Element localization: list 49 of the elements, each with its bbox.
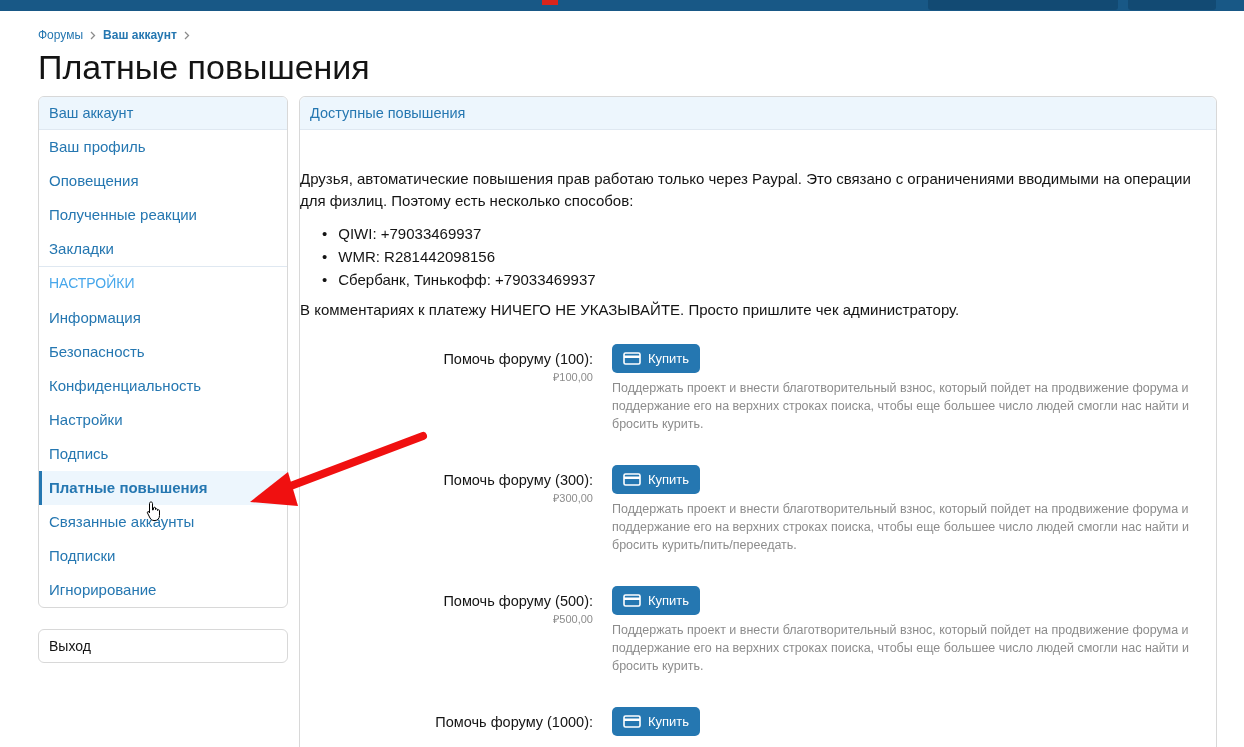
sidebar-item[interactable]: Подписки (39, 539, 287, 573)
logout-link[interactable]: Выход (38, 629, 288, 663)
chevron-icon (183, 30, 190, 40)
card-icon (623, 473, 641, 486)
upgrade-description: Поддержать проект и внести благотворительный взнос, который пойдет на продвижение форума и поддержание его на верхних строках поиска, чтобы еще большее число людей смогли нас найти и бросить курить/пить/переедать. (612, 501, 1190, 554)
card-icon (623, 715, 641, 728)
upgrade-title: Помочь форуму (100): (442, 351, 593, 367)
upgrade-description: Поддержать проект и внести благотворительный взнос, который пойдет на продвижение форума и поддержание его на верхних строках поиска, чтобы еще большее число людей смогли нас найти и бросить курить. (612, 622, 1190, 675)
upgrade-price: ₽500,00 (552, 612, 593, 626)
payment-method: Сбербанк, Тинькофф: +79033469937 (338, 270, 596, 290)
card-icon (623, 352, 641, 365)
upgrade-price: ₽100,00 (552, 370, 593, 384)
bullet: • (322, 270, 328, 290)
sidebar-item[interactable]: Настройки (39, 403, 287, 437)
bullet: • (322, 224, 328, 244)
page-title: Платные повышения (38, 48, 371, 87)
breadcrumb-link[interactable]: Ваш аккаунт (103, 28, 177, 42)
section-heading: НАСТРОЙКИ (39, 266, 287, 301)
breadcrumb-link[interactable]: Форумы (38, 28, 84, 42)
sidebar-header: Ваш аккаунт (39, 97, 287, 130)
upgrade-title: Помочь форуму (500): (442, 593, 593, 609)
sidebar-item[interactable]: Закладки (39, 232, 287, 266)
chevron-icon (90, 30, 97, 40)
sidebar-item[interactable]: Информация (39, 301, 287, 335)
payment-method: QIWI: +79033469937 (338, 224, 482, 244)
upgrade-title: Помочь форуму (300): (442, 472, 593, 488)
sidebar-item[interactable]: Ваш профиль (39, 130, 287, 164)
sidebar-item[interactable]: Безопасность (39, 335, 287, 369)
buy-button[interactable]: Купить (612, 586, 701, 615)
sidebar-item[interactable]: Игнорирование (39, 573, 287, 607)
upgrade-price: ₽300,00 (552, 491, 593, 505)
sidebar-item[interactable]: Конфиденциальность (39, 369, 287, 403)
card-icon (623, 594, 641, 607)
buy-button[interactable]: Купить (612, 344, 701, 373)
sidebar-item[interactable]: Оповещения (39, 164, 287, 198)
panel-header: Доступные повышения (300, 97, 1216, 130)
bullet: • (322, 247, 328, 267)
sidebar-item[interactable]: Связанные аккаунты (39, 505, 287, 539)
upgrade-description: Поддержать проект и внести благотворительный взнос, который пойдет на продвижение форума и поддержание его на верхних строках поиска, чтобы еще большее число людей смогли нас найти и бросить курить. (612, 380, 1190, 433)
note-paragraph: В комментариях к платежу НИЧЕГО НЕ УКАЗЫВАЙТЕ. Просто пришлите чек администратору. (300, 301, 961, 318)
flag-icon (542, 0, 558, 5)
buy-button[interactable]: Купить (612, 707, 701, 736)
buy-button[interactable]: Купить (612, 465, 701, 494)
upgrade-title: Помочь форуму (1000): (434, 714, 593, 730)
sidebar-item[interactable]: Полученные реакции (39, 198, 287, 232)
payment-method: WMR: R281442098156 (338, 247, 496, 267)
sidebar-item[interactable]: Платные повышения (39, 471, 287, 505)
sidebar-item[interactable]: Подпись (39, 437, 287, 471)
intro-paragraph: Друзья, автоматические повышения прав работаю только через Paypal. Это связано с ограничениями вводимыми на операции для физлиц. Поэтому есть несколько способов: (300, 169, 1192, 211)
